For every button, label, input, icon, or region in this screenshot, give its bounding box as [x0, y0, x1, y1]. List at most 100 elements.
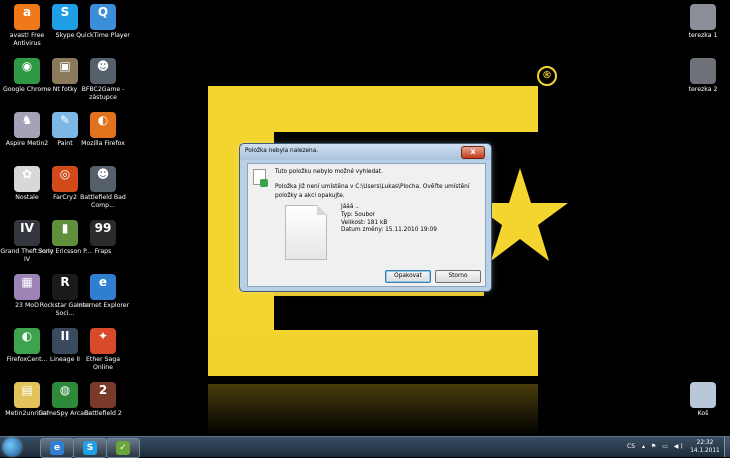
- desktop-icon-label: Fraps: [94, 248, 112, 255]
- farcry2-icon: ◎: [52, 166, 78, 192]
- taskbar-button[interactable]: e: [40, 438, 74, 458]
- sony-ericsson-icon: ▮: [52, 220, 78, 246]
- internet-explorer-taskbar-icon: e: [50, 441, 64, 455]
- icon-glyph: 2: [98, 383, 108, 397]
- metin2-icon: ♞: [14, 112, 40, 138]
- paint-icon: ✎: [52, 112, 78, 138]
- icon-glyph: ✎: [59, 113, 71, 127]
- desktop-icon[interactable]: ☻ BFBC2Game - zástupce: [76, 58, 130, 101]
- firefox-center-icon: ◐: [14, 328, 40, 354]
- ether-saga-icon: ✦: [90, 328, 116, 354]
- desktop-icon-label: Battlefield 2: [84, 410, 122, 417]
- close-button[interactable]: x: [461, 146, 485, 159]
- wallpaper-logo-bar-bottom: [208, 330, 538, 376]
- icon-glyph: ✿: [21, 167, 33, 181]
- desktop-icon-label: Mozilla Firefox: [81, 140, 125, 147]
- icon-glyph: ◐: [21, 329, 33, 343]
- desktop-icon[interactable]: Q QuickTime Player: [76, 4, 130, 40]
- dialog-detail-message: Položka již není umístěna v C:\Users\Luk…: [275, 184, 470, 199]
- icon-glyph: 99: [94, 221, 112, 235]
- desktop-icon-label: QuickTime Player: [76, 32, 130, 39]
- icon-glyph: Q: [97, 5, 109, 19]
- cancel-button[interactable]: Storno: [435, 270, 481, 283]
- dialog-titlebar[interactable]: Položka nebyla nalezena. x: [240, 144, 491, 160]
- file-type: Typ: Soubor: [341, 211, 376, 218]
- desktop-icon-label: Battlefield Bad Comp...: [80, 194, 126, 209]
- start-button[interactable]: [3, 438, 21, 456]
- desktop-icon[interactable]: 2 Battlefield 2: [76, 382, 130, 418]
- wallpaper-reflection: [208, 384, 538, 436]
- desktop-icon[interactable]: Koš: [676, 382, 730, 418]
- icon-glyph: ▤: [21, 383, 33, 397]
- clock[interactable]: 22:32 14.1.2011: [688, 440, 722, 455]
- item-not-found-dialog: Položka nebyla nalezena. x Tuto položku …: [239, 143, 492, 292]
- registered-mark: ®: [537, 66, 557, 86]
- icon-glyph: IV: [20, 221, 34, 235]
- desktop-icon[interactable]: ✦ Ether Saga Online: [76, 328, 130, 371]
- desktop-icon-label: Ether Saga Online: [85, 356, 120, 371]
- clock-time: 22:32: [696, 440, 714, 446]
- desktop-icon[interactable]: 99 Fraps: [76, 220, 130, 256]
- firefox-icon: ◐: [90, 112, 116, 138]
- battlefield-icon: ☻: [90, 166, 116, 192]
- rockstar-icon: R: [52, 274, 78, 300]
- ie-icon: e: [90, 274, 116, 300]
- icon-glyph: ♞: [21, 113, 33, 127]
- icon-glyph: R: [60, 275, 70, 289]
- desktop-icon[interactable]: terezka 1: [676, 4, 730, 40]
- dialog-body: Tuto položku nebylo možné vyhledat. Polo…: [247, 163, 486, 287]
- icon-glyph: ◐: [97, 113, 109, 127]
- icon-glyph: ▣: [59, 59, 71, 73]
- chrome-icon: ◉: [14, 58, 40, 84]
- mod-icon: ▦: [14, 274, 40, 300]
- icon-glyph: ▦: [21, 275, 33, 289]
- icon-glyph: S: [60, 5, 70, 19]
- icon-glyph: e: [98, 275, 108, 289]
- taskbar: e S ✓ CS ▴ ⚑ ▭ ◀) 22:32 14.1.2011: [0, 436, 730, 458]
- icon-glyph: ▮: [61, 221, 69, 235]
- skype-taskbar-icon: S: [83, 441, 97, 455]
- taskbar-button[interactable]: ✓: [106, 438, 140, 458]
- avast-icon: a: [14, 4, 40, 30]
- fraps-icon: 99: [90, 220, 116, 246]
- show-desktop-button[interactable]: [724, 437, 730, 457]
- gta4-icon: IV: [14, 220, 40, 246]
- file-info: Jááá .. Typ: Soubor Velikost: 181 kB Dat…: [341, 204, 437, 235]
- icon-glyph: ◎: [59, 167, 71, 181]
- terezka2-image-icon: [690, 58, 716, 84]
- desktop-icon[interactable]: ☻ Battlefield Bad Comp...: [76, 166, 130, 209]
- dialog-title: Položka nebyla nalezena.: [245, 148, 319, 154]
- battlefield2-icon: 2: [90, 382, 116, 408]
- desktop-icon[interactable]: ◐ Mozilla Firefox: [76, 112, 130, 148]
- recycle-bin-icon: [690, 382, 716, 408]
- icon-glyph: II: [60, 329, 70, 343]
- icon-glyph: ☻: [96, 167, 110, 181]
- lineage2-icon: II: [52, 328, 78, 354]
- photo-folder-icon: ▣: [52, 58, 78, 84]
- desktop-icon-label: Koš: [697, 410, 709, 417]
- icon-glyph: ☻: [96, 59, 110, 73]
- file-date: Datum změny: 15.11.2010 19:09: [341, 227, 437, 234]
- desktop-icon[interactable]: e Internet Explorer: [76, 274, 130, 310]
- icon-glyph: a: [22, 5, 32, 19]
- blank-document-icon: [285, 205, 327, 260]
- file-name: Jááá ..: [341, 204, 359, 210]
- desktop-icon[interactable]: terezka 2: [676, 58, 730, 94]
- system-tray-icons[interactable]: ▴ ⚑ ▭ ◀): [642, 443, 685, 450]
- desktop-icon-label: terezka 2: [688, 86, 718, 93]
- explorer-taskbar-icon: ✓: [116, 441, 130, 455]
- language-indicator[interactable]: CS: [627, 443, 635, 450]
- icon-glyph: ◍: [59, 383, 71, 397]
- bfbc2-icon: ☻: [90, 58, 116, 84]
- icon-glyph: ◉: [21, 59, 33, 73]
- skype-icon: S: [52, 4, 78, 30]
- desktop-icon-label: BFBC2Game - zástupce: [81, 86, 125, 101]
- clock-date: 14.1.2011: [690, 447, 720, 454]
- folder-icon: ▤: [14, 382, 40, 408]
- retry-button[interactable]: Opakovat: [385, 270, 431, 283]
- nostale-icon: ✿: [14, 166, 40, 192]
- gamespy-icon: ◍: [52, 382, 78, 408]
- desktop-icon-label: terezka 1: [688, 32, 718, 39]
- icon-glyph: ✦: [97, 329, 109, 343]
- taskbar-button[interactable]: S: [73, 438, 107, 458]
